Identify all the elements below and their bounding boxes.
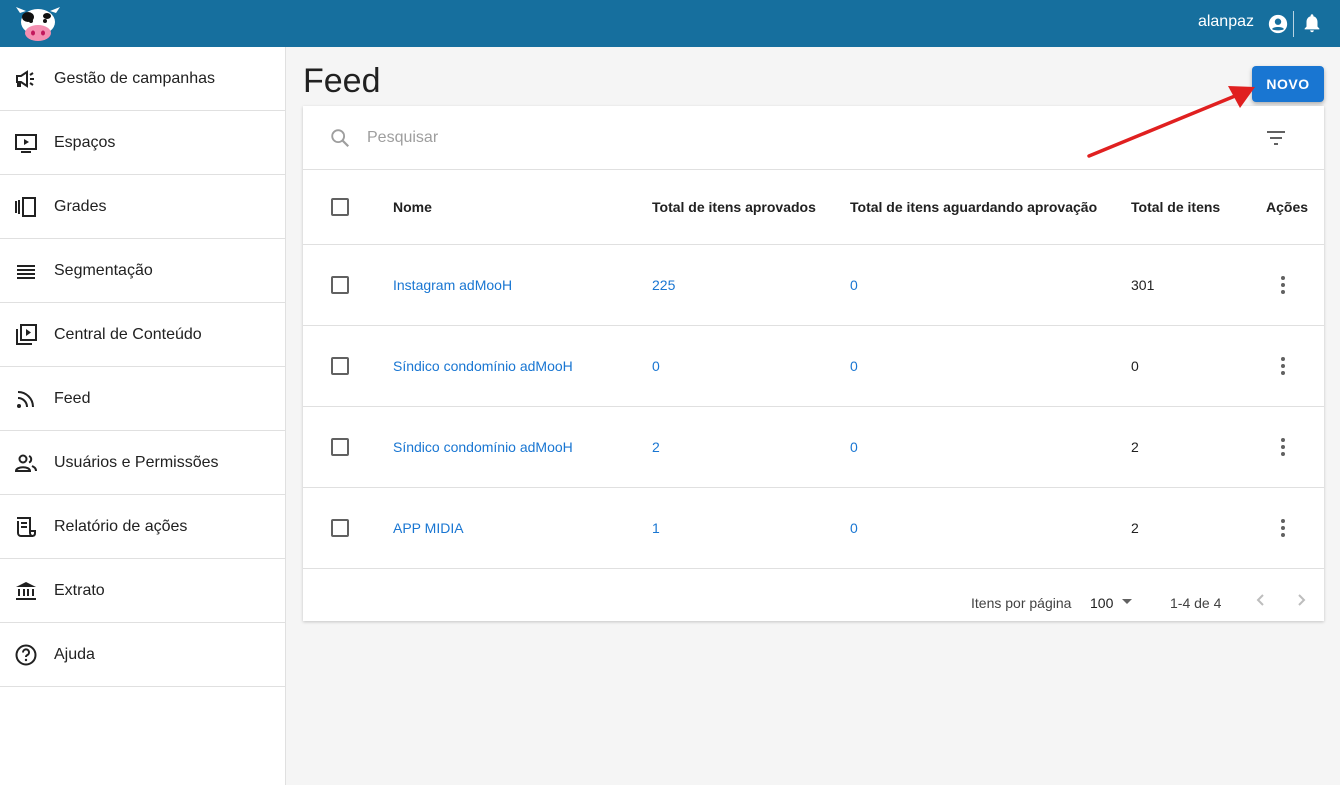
dropdown-arrow-icon[interactable]: [1117, 591, 1137, 611]
video-library-icon: [14, 323, 38, 347]
sidebar-item-label: Gestão de campanhas: [54, 69, 215, 87]
column-header-aprovados[interactable]: Total de itens aprovados: [652, 170, 816, 244]
sidebar-item-relatorio-de-acoes[interactable]: Relatório de ações: [0, 495, 285, 559]
bell-icon[interactable]: [1301, 12, 1323, 34]
row-checkbox-cell: [331, 326, 349, 406]
table-row: APP MIDIA 1 0 2: [303, 488, 1324, 569]
chevron-left-icon[interactable]: [1249, 588, 1273, 612]
approved-count-link[interactable]: 0: [652, 326, 660, 406]
row-checkbox[interactable]: [331, 438, 349, 456]
bank-icon: [14, 579, 38, 603]
sidebar-item-label: Usuários e Permissões: [54, 453, 219, 471]
account-circle-icon[interactable]: [1267, 13, 1289, 35]
table-row: Instagram adMooH 225 0 301: [303, 245, 1324, 326]
sidebar-item-espacos[interactable]: Espaços: [0, 111, 285, 175]
pending-count-link[interactable]: 0: [850, 245, 858, 325]
sidebar-item-label: Segmentação: [54, 261, 153, 279]
rss-icon: [14, 387, 38, 411]
row-checkbox[interactable]: [331, 357, 349, 375]
select-all-cell: [331, 170, 349, 244]
filter-icon[interactable]: [1264, 126, 1288, 150]
more-vert-icon[interactable]: [1271, 435, 1295, 459]
approved-count-link[interactable]: 225: [652, 245, 675, 325]
topbar-divider: [1293, 11, 1294, 37]
table-header: Nome Total de itens aprovados Total de i…: [303, 170, 1324, 245]
more-vert-icon[interactable]: [1271, 516, 1295, 540]
approved-count-link[interactable]: 2: [652, 407, 660, 487]
row-actions-cell: [1271, 326, 1295, 406]
sidebar-item-label: Feed: [54, 389, 91, 407]
megaphone-icon: [14, 67, 38, 91]
search-icon: [331, 129, 350, 148]
sidebar: Gestão de campanhas Espaços Grades Segme…: [0, 47, 286, 785]
row-checkbox[interactable]: [331, 276, 349, 294]
table-row: Síndico condomínio adMooH 0 0 0: [303, 326, 1324, 407]
more-vert-icon[interactable]: [1271, 273, 1295, 297]
column-header-nome[interactable]: Nome: [393, 170, 432, 244]
sidebar-item-label: Grades: [54, 197, 107, 215]
sidebar-item-gestao-de-campanhas[interactable]: Gestão de campanhas: [0, 47, 285, 111]
pending-count-link[interactable]: 0: [850, 488, 858, 568]
sidebar-item-grades[interactable]: Grades: [0, 175, 285, 239]
carousel-icon: [14, 195, 38, 219]
pending-count-link[interactable]: 0: [850, 407, 858, 487]
row-actions-cell: [1271, 488, 1295, 568]
page-title: Feed: [303, 62, 381, 100]
sidebar-item-label: Espaços: [54, 133, 116, 151]
column-header-aguardando[interactable]: Total de itens aguardando aprovação: [850, 170, 1097, 244]
column-header-total[interactable]: Total de itens: [1131, 170, 1220, 244]
username[interactable]: alanpaz: [1198, 13, 1254, 31]
sidebar-item-segmentacao[interactable]: Segmentação: [0, 239, 285, 303]
total-count: 2: [1131, 439, 1139, 455]
list-lines-icon: [14, 259, 38, 283]
row-actions-cell: [1271, 245, 1295, 325]
table-row: Síndico condomínio adMooH 2 0 2: [303, 407, 1324, 488]
feed-name-link[interactable]: APP MIDIA: [393, 488, 464, 568]
page-range: 1-4 de 4: [1170, 595, 1222, 611]
sidebar-item-feed[interactable]: Feed: [0, 367, 285, 431]
sidebar-item-central-de-conteudo[interactable]: Central de Conteúdo: [0, 303, 285, 367]
total-count: 2: [1131, 520, 1139, 536]
sidebar-item-label: Ajuda: [54, 645, 95, 663]
total-count: 0: [1131, 358, 1139, 374]
feed-name-link[interactable]: Instagram adMooH: [393, 245, 512, 325]
sidebar-item-label: Extrato: [54, 581, 105, 599]
screen-play-icon: [14, 131, 38, 155]
help-icon: [14, 643, 38, 667]
approved-count-link[interactable]: 1: [652, 488, 660, 568]
items-per-page-select[interactable]: 100: [1090, 595, 1113, 611]
row-checkbox-cell: [331, 488, 349, 568]
more-vert-icon[interactable]: [1271, 354, 1295, 378]
feed-name-link[interactable]: Síndico condomínio adMooH: [393, 407, 573, 487]
column-header-acoes: Ações: [1266, 199, 1309, 215]
row-checkbox-cell: [331, 245, 349, 325]
row-checkbox-cell: [331, 407, 349, 487]
top-app-bar: alanpaz: [0, 0, 1340, 47]
feed-name-link[interactable]: Síndico condomínio adMooH: [393, 326, 573, 406]
scroll-icon: [14, 515, 38, 539]
sidebar-item-label: Central de Conteúdo: [54, 325, 202, 343]
pagination: Itens por página 100 1-4 de 4: [303, 569, 1324, 621]
sidebar-item-label: Relatório de ações: [54, 517, 188, 535]
search-input[interactable]: [367, 124, 1067, 152]
pending-count-link[interactable]: 0: [850, 326, 858, 406]
items-per-page-label: Itens por página: [971, 595, 1072, 611]
sidebar-item-extrato[interactable]: Extrato: [0, 559, 285, 623]
people-icon: [14, 451, 38, 475]
chevron-right-icon[interactable]: [1289, 588, 1313, 612]
cow-logo-icon[interactable]: [14, 5, 62, 43]
row-actions-cell: [1271, 407, 1295, 487]
total-count: 301: [1131, 277, 1155, 293]
feed-table-card: Nome Total de itens aprovados Total de i…: [303, 106, 1324, 621]
row-checkbox[interactable]: [331, 519, 349, 537]
select-all-checkbox[interactable]: [331, 198, 349, 216]
sidebar-item-usuarios-e-permissoes[interactable]: Usuários e Permissões: [0, 431, 285, 495]
sidebar-item-ajuda[interactable]: Ajuda: [0, 623, 285, 687]
annotation-arrow-icon: [1087, 86, 1255, 158]
